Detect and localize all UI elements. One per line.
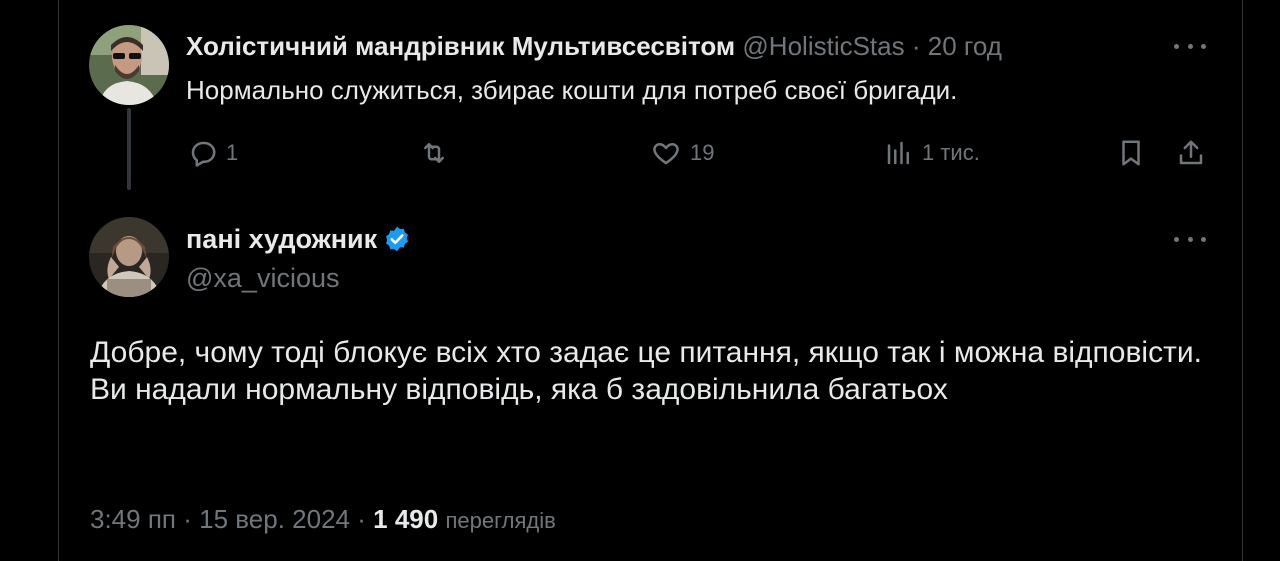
author-handle[interactable]: @HolisticStas — [742, 31, 904, 61]
views-label: переглядів — [445, 508, 556, 533]
tweet-text: Добре, чому тоді блокує всіх хто задає ц… — [90, 334, 1210, 408]
bookmark-icon — [1116, 137, 1146, 169]
separator: · — [183, 504, 192, 534]
verified-badge-icon[interactable] — [383, 225, 411, 253]
author-handle[interactable]: @xa_vicious — [186, 261, 339, 295]
avatar-image — [89, 217, 169, 297]
repost-button[interactable] — [418, 136, 458, 170]
like-count: 19 — [690, 140, 715, 165]
tweet-meta: 3:49 пп · 15 вер. 2024 · 1 490 перегляді… — [90, 502, 556, 538]
more-icon[interactable] — [1174, 234, 1206, 244]
tweet-text-line: Ви надали нормальну відповідь, яка б зад… — [90, 373, 948, 406]
author-name[interactable]: Холістичний мандрівник Мультивсесвітом — [186, 31, 735, 61]
reply-header: Холістичний мандрівник Мультивсесвітом @… — [186, 30, 1002, 62]
avatar-image — [89, 25, 169, 105]
like-button[interactable]: 19 — [650, 136, 714, 170]
separator: · — [357, 504, 366, 534]
avatar[interactable] — [89, 217, 169, 297]
reply-text: Нормально служиться, збирає кошти для по… — [186, 75, 958, 105]
tweet-date[interactable]: 15 вер. 2024 — [199, 504, 350, 534]
separator: · — [911, 31, 921, 61]
reply-icon — [188, 138, 218, 168]
like-icon — [650, 138, 682, 168]
share-icon — [1176, 137, 1206, 169]
views-count: 1 490 — [373, 504, 439, 534]
author-name-row: пані художник — [186, 222, 411, 256]
repost-icon — [418, 138, 450, 168]
thread-connector — [127, 108, 131, 190]
tweet-text-line: Добре, чому тоді блокує всіх хто задає ц… — [90, 336, 1202, 369]
views-button[interactable]: 1 тис. — [884, 136, 980, 170]
views-count: 1 тис. — [922, 140, 980, 165]
more-icon[interactable] — [1174, 41, 1206, 51]
share-button[interactable] — [1176, 136, 1206, 170]
reply-count: 1 — [226, 140, 239, 165]
bookmark-button[interactable] — [1116, 136, 1146, 170]
timestamp[interactable]: 20 год — [928, 31, 1002, 61]
author-name[interactable]: пані художник — [186, 222, 377, 256]
reply-button[interactable]: 1 — [188, 136, 238, 170]
views-icon — [884, 138, 914, 168]
avatar[interactable] — [89, 25, 169, 105]
tweet-time[interactable]: 3:49 пп — [90, 504, 176, 534]
